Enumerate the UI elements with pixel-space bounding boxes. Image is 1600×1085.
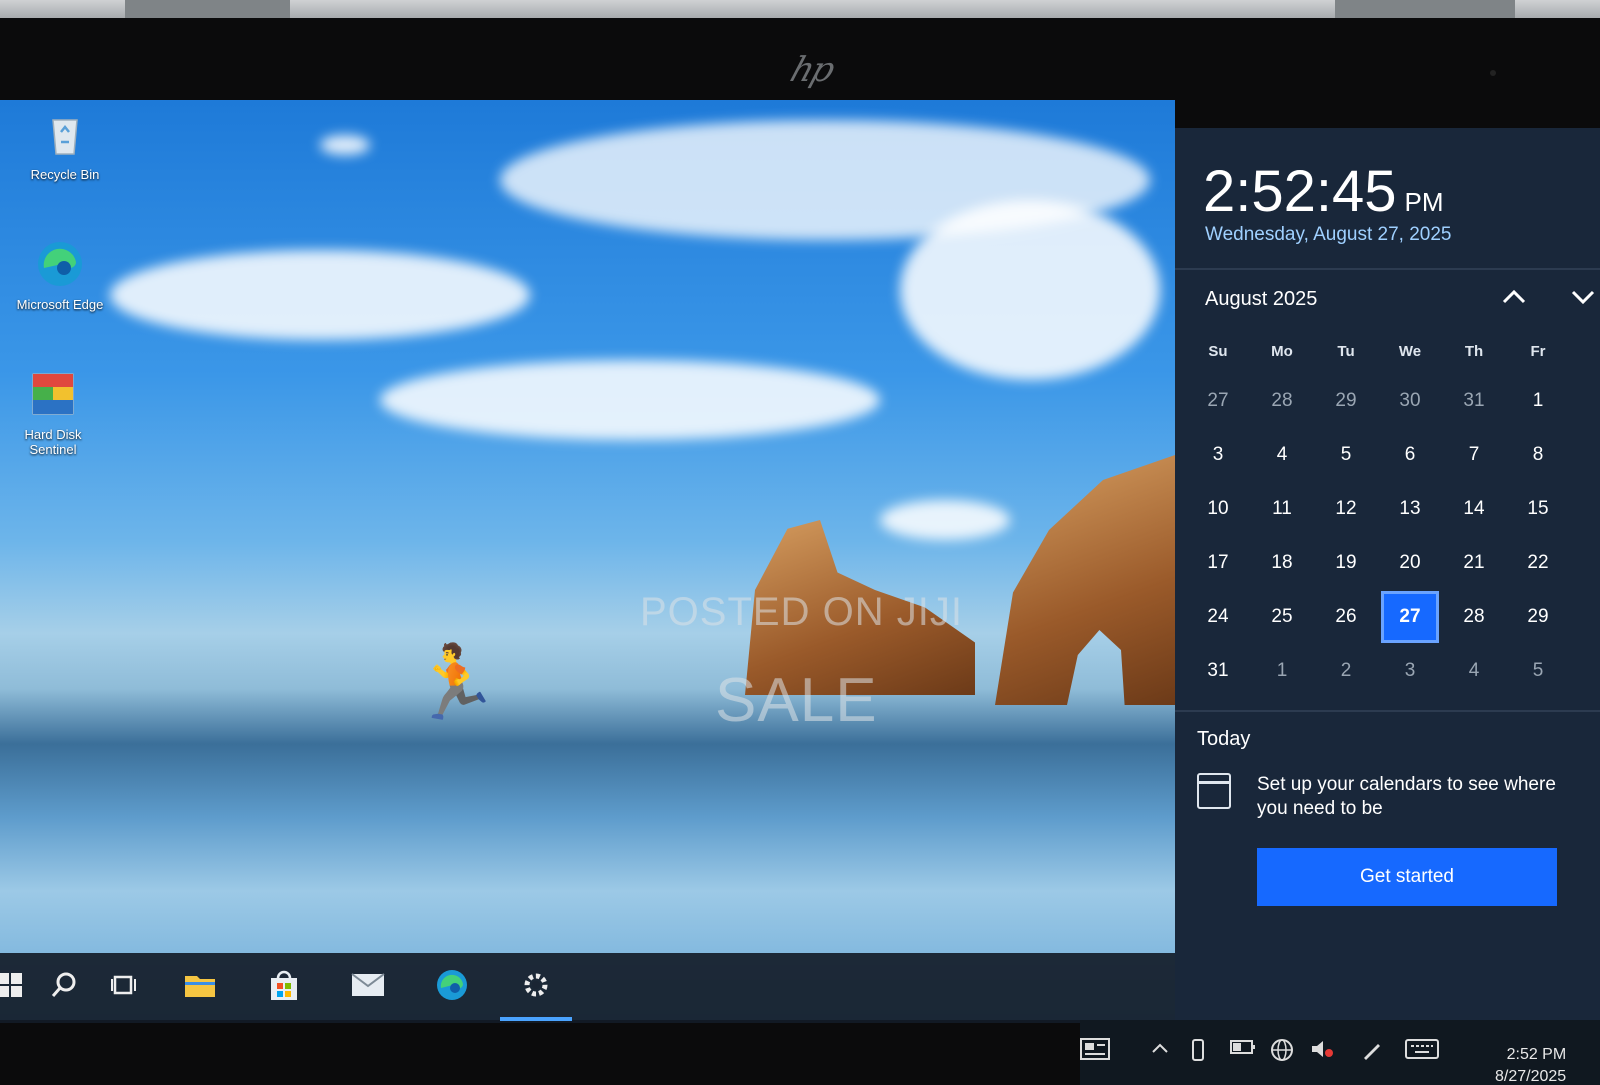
calendar-day[interactable]: 20 bbox=[1381, 537, 1439, 589]
calendar-month-label[interactable]: August 2025 bbox=[1205, 288, 1317, 311]
recycle-bin-icon bbox=[52, 119, 78, 155]
search-icon[interactable] bbox=[42, 963, 86, 1007]
calendar-day[interactable]: 4 bbox=[1253, 429, 1311, 481]
agenda-message: Set up your calendars to see where you n… bbox=[1257, 774, 1556, 819]
flyout-time-ampm: PM bbox=[1404, 187, 1444, 217]
edge-icon[interactable] bbox=[430, 963, 474, 1007]
news-icon[interactable] bbox=[1080, 1038, 1110, 1066]
calendar-day[interactable]: 3 bbox=[1189, 429, 1247, 481]
calendar-weekday: Th bbox=[1464, 342, 1484, 360]
calendar-day[interactable]: 29 bbox=[1509, 591, 1567, 643]
watermark-posted-on-jiji: POSTED ON JIJI bbox=[640, 590, 963, 634]
calendar-day-today[interactable]: 27 bbox=[1381, 591, 1439, 643]
calendar-day[interactable]: 22 bbox=[1509, 537, 1567, 589]
phone-icon[interactable] bbox=[1190, 1038, 1206, 1068]
calendar-day[interactable]: 3 bbox=[1381, 645, 1439, 697]
calendar-next-month-button[interactable] bbox=[1570, 286, 1596, 312]
desktop-icon-label: Hard Disk Sentinel bbox=[24, 427, 82, 457]
divider bbox=[1175, 710, 1600, 712]
screen: 🏃 POSTED ON JIJI SALE Recycle Bin Micros… bbox=[0, 100, 1600, 1085]
touch-keyboard-icon[interactable] bbox=[1405, 1038, 1439, 1066]
flyout-date[interactable]: Wednesday, August 27, 2025 bbox=[1205, 224, 1451, 246]
show-hidden-icons-icon[interactable] bbox=[1150, 1038, 1170, 1061]
calendar-weekday: Tu bbox=[1337, 342, 1355, 360]
calendar-day[interactable]: 21 bbox=[1445, 537, 1503, 589]
calendar-previous-month-button[interactable] bbox=[1501, 286, 1527, 312]
divider bbox=[1175, 268, 1600, 270]
desktop-icon-recycle-bin[interactable]: Recycle Bin bbox=[20, 108, 110, 182]
calendar-day[interactable]: 6 bbox=[1381, 429, 1439, 481]
watermark-sale: SALE bbox=[715, 666, 878, 735]
task-view-icon[interactable] bbox=[102, 963, 146, 1007]
calendar-day[interactable]: 1 bbox=[1253, 645, 1311, 697]
calendar-weekday: We bbox=[1398, 342, 1422, 360]
desktop-icon-hard-disk-sentinel[interactable]: Hard Disk Sentinel bbox=[8, 368, 98, 457]
flyout-time-value: 2:52:45 bbox=[1203, 159, 1397, 224]
calendar-day[interactable]: 19 bbox=[1317, 537, 1375, 589]
calendar-day[interactable]: 26 bbox=[1317, 591, 1375, 643]
volume-icon[interactable] bbox=[1310, 1038, 1334, 1066]
calendar-day[interactable]: 28 bbox=[1253, 375, 1311, 427]
calendar-icon bbox=[1197, 773, 1231, 809]
calendar-day[interactable]: 18 bbox=[1253, 537, 1311, 589]
calendar-day[interactable]: 1 bbox=[1509, 375, 1567, 427]
calendar-weekday: Fr bbox=[1530, 342, 1546, 360]
calendar-day[interactable]: 30 bbox=[1381, 375, 1439, 427]
battery-icon[interactable] bbox=[1230, 1038, 1256, 1061]
calendar-day[interactable]: 28 bbox=[1445, 591, 1503, 643]
store-icon[interactable] bbox=[262, 963, 306, 1007]
calendar-day[interactable]: 24 bbox=[1189, 591, 1247, 643]
desktop-icon-label: Microsoft Edge bbox=[16, 297, 104, 312]
hp-logo: hp bbox=[785, 50, 839, 90]
calendar-day[interactable]: 31 bbox=[1189, 645, 1247, 697]
settings-active-indicator bbox=[500, 1017, 572, 1021]
rock-cliff-right bbox=[995, 455, 1175, 705]
calendar-day[interactable]: 27 bbox=[1189, 375, 1247, 427]
clock-calendar-flyout: 2:52:45 PM Wednesday, August 27, 2025 Aug… bbox=[1175, 128, 1600, 1020]
mail-icon[interactable] bbox=[346, 963, 390, 1007]
settings-icon[interactable] bbox=[514, 963, 558, 1007]
agenda-today-label: Today bbox=[1197, 728, 1251, 750]
calendar-day[interactable]: 4 bbox=[1445, 645, 1503, 697]
calendar-day[interactable]: 14 bbox=[1445, 483, 1503, 535]
get-started-button[interactable]: Get started bbox=[1257, 848, 1557, 906]
calendar-day[interactable]: 11 bbox=[1253, 483, 1311, 535]
webcam bbox=[1490, 70, 1496, 76]
calendar-day[interactable]: 2 bbox=[1317, 645, 1375, 697]
taskbar-clock[interactable]: 2:52 PM 8/27/2025 bbox=[1495, 1044, 1566, 1085]
calendar-weekday: Mo bbox=[1271, 342, 1293, 360]
calendar-weekday: Su bbox=[1208, 342, 1228, 360]
flyout-time: 2:52:45 PM bbox=[1203, 158, 1444, 225]
desktop-icon-edge[interactable]: Microsoft Edge bbox=[15, 238, 105, 312]
calendar-day[interactable]: 12 bbox=[1317, 483, 1375, 535]
calendar-day[interactable]: 5 bbox=[1509, 645, 1567, 697]
runner-silhouette: 🏃 bbox=[410, 643, 500, 723]
hard-disk-sentinel-icon bbox=[32, 373, 74, 415]
chevron-down-icon bbox=[1571, 290, 1595, 305]
calendar-day[interactable]: 29 bbox=[1317, 375, 1375, 427]
network-icon[interactable] bbox=[1270, 1038, 1294, 1068]
calendar-day[interactable]: 31 bbox=[1445, 375, 1503, 427]
calendar-day[interactable]: 5 bbox=[1317, 429, 1375, 481]
calendar-day[interactable]: 8 bbox=[1509, 429, 1567, 481]
chevron-up-icon bbox=[1502, 289, 1526, 304]
calendar-day[interactable]: 7 bbox=[1445, 429, 1503, 481]
pen-icon[interactable] bbox=[1360, 1038, 1384, 1068]
desktop-wallpaper: 🏃 POSTED ON JIJI SALE bbox=[0, 100, 1175, 1020]
calendar-day[interactable]: 15 bbox=[1509, 483, 1567, 535]
calendar-day[interactable]: 25 bbox=[1253, 591, 1311, 643]
taskbar-clock-time: 2:52 PM bbox=[1506, 1046, 1567, 1063]
calendar-day[interactable]: 13 bbox=[1381, 483, 1439, 535]
calendar-day[interactable]: 17 bbox=[1189, 537, 1247, 589]
taskbar-clock-date: 8/27/2025 bbox=[1495, 1068, 1567, 1085]
desktop-icon-label: Recycle Bin bbox=[30, 167, 100, 182]
calendar-day[interactable]: 10 bbox=[1189, 483, 1247, 535]
file-explorer-icon[interactable] bbox=[178, 963, 222, 1007]
edge-icon bbox=[38, 242, 82, 286]
windows-start-icon[interactable] bbox=[0, 963, 32, 1007]
